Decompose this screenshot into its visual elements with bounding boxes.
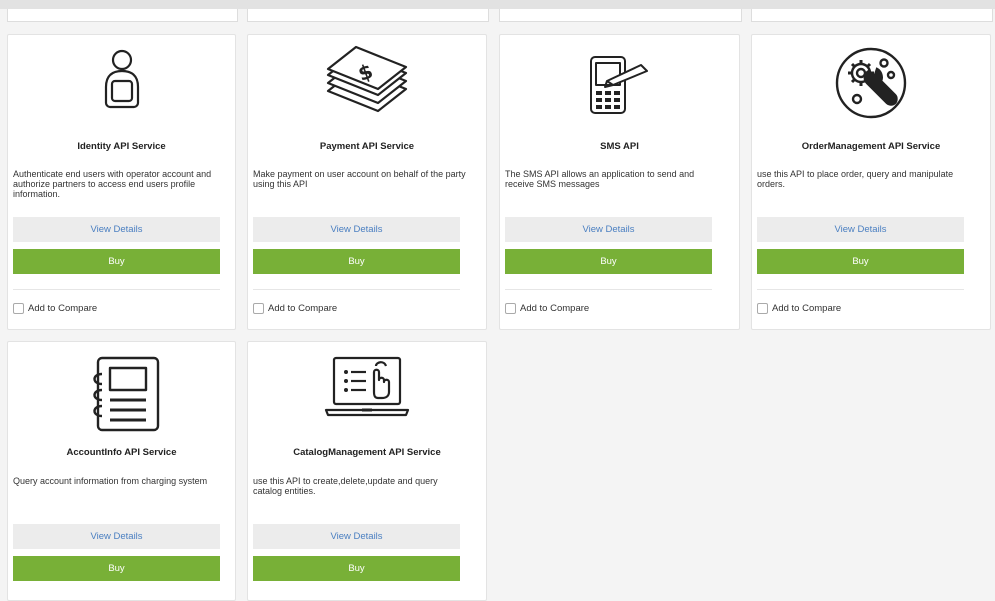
- api-card-identity: Identity API Service Authenticate end us…: [7, 34, 236, 330]
- checkbox-icon[interactable]: [253, 303, 264, 314]
- view-details-button[interactable]: View Details: [13, 524, 220, 549]
- card-title: AccountInfo API Service: [66, 447, 177, 458]
- buy-button[interactable]: Buy: [13, 249, 220, 274]
- phone-pen-icon: [500, 53, 739, 117]
- add-to-compare-checkbox[interactable]: Add to Compare: [757, 303, 841, 314]
- add-to-compare-checkbox[interactable]: Add to Compare: [505, 303, 589, 314]
- api-card-sms: SMS API The SMS API allows an applicatio…: [499, 34, 740, 330]
- api-card-accountinfo: AccountInfo API Service Query account in…: [7, 341, 236, 601]
- previous-card-bottom: [7, 9, 238, 22]
- compare-label: Add to Compare: [28, 303, 98, 314]
- card-divider: [757, 289, 964, 290]
- card-divider: [253, 289, 460, 290]
- add-to-compare-checkbox[interactable]: Add to Compare: [13, 303, 97, 314]
- buy-button[interactable]: Buy: [253, 249, 460, 274]
- card-description: Authenticate end users with operator acc…: [13, 169, 212, 199]
- card-title: CatalogManagement API Service: [293, 447, 441, 458]
- previous-card-bottom: [247, 9, 489, 22]
- view-details-button[interactable]: View Details: [757, 217, 964, 242]
- previous-card-bottom: [751, 9, 993, 22]
- view-details-button[interactable]: View Details: [505, 217, 712, 242]
- add-to-compare-checkbox[interactable]: Add to Compare: [253, 303, 337, 314]
- notebook-icon: [8, 354, 235, 434]
- card-description: use this API to create,delete,update and…: [253, 476, 438, 496]
- view-details-button[interactable]: View Details: [253, 524, 460, 549]
- scrolled-header-bar: [0, 0, 995, 9]
- card-divider: [13, 289, 220, 290]
- api-card-ordermanagement: OrderManagement API Service use this API…: [751, 34, 991, 330]
- api-card-catalogmanagement: CatalogManagement API Service use this A…: [247, 341, 487, 601]
- previous-card-bottom: [499, 9, 742, 22]
- card-title: OrderManagement API Service: [801, 141, 941, 152]
- card-divider: [505, 289, 712, 290]
- view-details-button[interactable]: View Details: [253, 217, 460, 242]
- gears-wrench-icon: [752, 45, 990, 121]
- buy-button[interactable]: Buy: [757, 249, 964, 274]
- checkbox-icon[interactable]: [13, 303, 24, 314]
- card-description: The SMS API allows an application to sen…: [505, 169, 695, 189]
- card-title: Payment API Service: [319, 141, 415, 152]
- checkbox-icon[interactable]: [757, 303, 768, 314]
- checkbox-icon[interactable]: [505, 303, 516, 314]
- card-description: use this API to place order, query and m…: [757, 169, 954, 189]
- view-details-button[interactable]: View Details: [13, 217, 220, 242]
- api-card-payment: $ Payment API Service Make payment on us…: [247, 34, 487, 330]
- buy-button[interactable]: Buy: [13, 556, 220, 581]
- compare-label: Add to Compare: [772, 303, 842, 314]
- card-title: SMS API: [600, 141, 639, 152]
- card-description: Make payment on user account on behalf o…: [253, 169, 466, 189]
- card-title: Identity API Service: [77, 141, 166, 152]
- user-tablet-icon: [8, 47, 235, 109]
- buy-button[interactable]: Buy: [505, 249, 712, 274]
- compare-label: Add to Compare: [268, 303, 338, 314]
- compare-label: Add to Compare: [520, 303, 590, 314]
- laptop-catalog-icon: [248, 352, 486, 422]
- money-stack-icon: $: [248, 45, 486, 115]
- previous-row-fragment: [0, 0, 995, 22]
- card-description: Query account information from charging …: [13, 476, 208, 486]
- buy-button[interactable]: Buy: [253, 556, 460, 581]
